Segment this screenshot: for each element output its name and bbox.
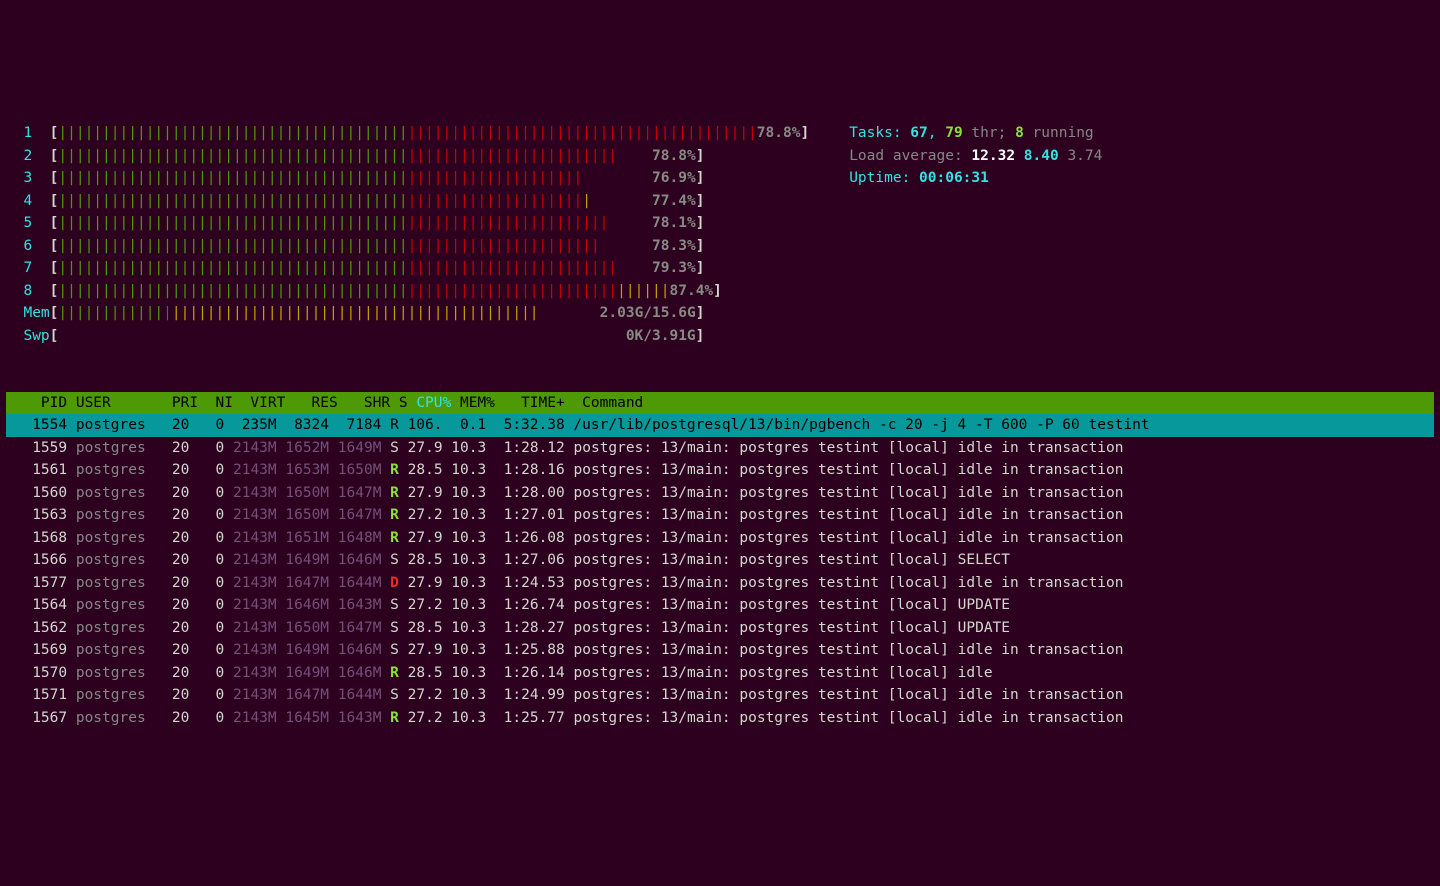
cpu-meter-8: 8 [|||||||||||||||||||||||||||||||||||||… <box>6 280 809 302</box>
cpu-meter-5: 5 [|||||||||||||||||||||||||||||||||||||… <box>6 212 809 234</box>
table-row[interactable]: 1566 postgres 20 0 2143M 1649M 1646M S 2… <box>6 549 1434 571</box>
table-row[interactable]: 1570 postgres 20 0 2143M 1649M 1646M R 2… <box>6 662 1434 684</box>
cpu-meter-2: 2 [|||||||||||||||||||||||||||||||||||||… <box>6 145 809 167</box>
table-row[interactable]: 1562 postgres 20 0 2143M 1650M 1647M S 2… <box>6 617 1434 639</box>
uptime-line: Uptime: 00:06:31 <box>849 167 1102 189</box>
cpu-meter-7: 7 [|||||||||||||||||||||||||||||||||||||… <box>6 257 809 279</box>
table-row[interactable]: 1577 postgres 20 0 2143M 1647M 1644M D 2… <box>6 572 1434 594</box>
table-header[interactable]: PID USER PRI NI VIRT RES SHR S CPU% MEM%… <box>6 392 1434 414</box>
table-row[interactable]: 1561 postgres 20 0 2143M 1653M 1650M R 2… <box>6 459 1434 481</box>
swap-meter: Swp[ 0K/3.91G] <box>6 325 809 347</box>
table-row[interactable]: 1567 postgres 20 0 2143M 1645M 1643M R 2… <box>6 707 1434 729</box>
cpu-meter-6: 6 [|||||||||||||||||||||||||||||||||||||… <box>6 235 809 257</box>
top-meters: 1 [|||||||||||||||||||||||||||||||||||||… <box>6 122 1434 347</box>
tasks-line: Tasks: 67, 79 thr; 8 running <box>849 122 1102 144</box>
table-row[interactable]: 1564 postgres 20 0 2143M 1646M 1643M S 2… <box>6 594 1434 616</box>
table-row-selected[interactable]: 1554 postgres 20 0 235M 8324 7184 R 106.… <box>6 414 1434 436</box>
process-table[interactable]: PID USER PRI NI VIRT RES SHR S CPU% MEM%… <box>6 392 1434 729</box>
table-row[interactable]: 1563 postgres 20 0 2143M 1650M 1647M R 2… <box>6 504 1434 526</box>
load-line: Load average: 12.32 8.40 3.74 <box>849 145 1102 167</box>
table-row[interactable]: 1569 postgres 20 0 2143M 1649M 1646M S 2… <box>6 639 1434 661</box>
mem-meter: Mem[||||||||||||||||||||||||||||||||||||… <box>6 302 809 324</box>
table-row[interactable]: 1560 postgres 20 0 2143M 1650M 1647M R 2… <box>6 482 1434 504</box>
table-row[interactable]: 1559 postgres 20 0 2143M 1652M 1649M S 2… <box>6 437 1434 459</box>
table-row[interactable]: 1571 postgres 20 0 2143M 1647M 1644M S 2… <box>6 684 1434 706</box>
cpu-meter-1: 1 [|||||||||||||||||||||||||||||||||||||… <box>6 122 809 144</box>
table-row[interactable]: 1568 postgres 20 0 2143M 1651M 1648M R 2… <box>6 527 1434 549</box>
cpu-meter-3: 3 [|||||||||||||||||||||||||||||||||||||… <box>6 167 809 189</box>
cpu-meter-4: 4 [|||||||||||||||||||||||||||||||||||||… <box>6 190 809 212</box>
